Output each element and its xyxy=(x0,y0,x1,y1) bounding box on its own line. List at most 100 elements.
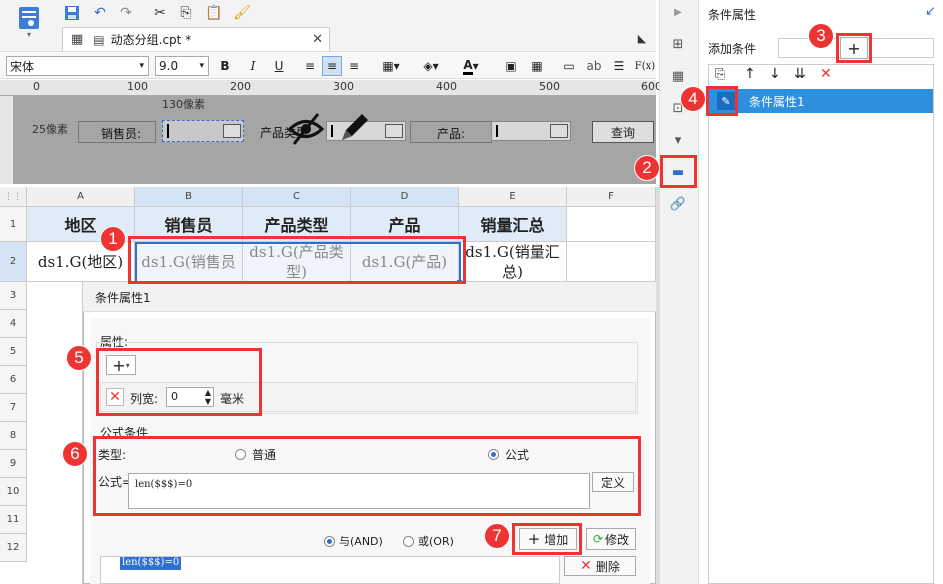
format-painter-icon[interactable]: 🖌 xyxy=(232,3,252,23)
text-cursor xyxy=(331,125,333,137)
cell-e1[interactable]: 销量汇总 xyxy=(459,207,567,242)
border-icon[interactable]: ▦▾ xyxy=(376,56,406,76)
radio-and-label: 与(AND) xyxy=(339,535,383,548)
remove-condition-icon[interactable]: ✕ xyxy=(820,66,832,82)
salesperson-combo[interactable] xyxy=(162,120,244,142)
bold-button[interactable]: B xyxy=(216,56,234,76)
copy-condition-icon[interactable]: ⎘ xyxy=(715,67,725,82)
align-center-icon[interactable]: ≡ xyxy=(322,56,342,76)
delete-label: 删除 xyxy=(595,559,620,574)
dropdown-icon xyxy=(223,124,241,138)
save-icon[interactable] xyxy=(62,3,82,23)
add-condition-dialog-button[interactable]: + 增加 xyxy=(519,528,577,550)
hyperlink-icon[interactable]: 🔗 xyxy=(668,194,688,214)
column-header-e[interactable]: E xyxy=(459,187,567,207)
font-size: 9.0 xyxy=(159,59,179,73)
radio-normal[interactable]: 普通 xyxy=(235,446,276,463)
row-header-4[interactable]: 4 xyxy=(0,310,27,338)
dropdown-icon xyxy=(550,124,568,138)
row-header-8[interactable]: 8 xyxy=(0,422,27,450)
row-header-10[interactable]: 10 xyxy=(0,478,27,506)
cell-d1[interactable]: 产品 xyxy=(351,207,459,242)
unmerge-icon[interactable]: ▦ xyxy=(528,56,546,76)
collapse-arrow-icon[interactable]: ▶ xyxy=(668,2,688,22)
cell-attribute-icon[interactable]: ▦ xyxy=(668,66,688,86)
dropdown-widget-icon[interactable]: ▾ xyxy=(668,130,688,150)
modify-icon: ⟳ xyxy=(592,532,604,546)
add-condition-button[interactable]: + xyxy=(840,37,868,59)
radio-and[interactable]: 与(AND) xyxy=(324,533,383,549)
column-header-f[interactable]: F xyxy=(567,187,656,207)
annotation-badge-5: 5 xyxy=(66,345,92,371)
font-select[interactable]: 宋体 ▾ xyxy=(6,56,149,76)
spinner-icon[interactable]: ▲ ▼ xyxy=(205,388,211,406)
column-header-a[interactable]: A xyxy=(27,187,135,207)
radio-or[interactable]: 或(OR) xyxy=(403,533,454,549)
formula-button[interactable]: F(x) xyxy=(634,56,656,76)
formula-input[interactable]: len($$$)=0 xyxy=(128,473,590,509)
column-header-b[interactable]: B xyxy=(135,187,243,207)
align-right-icon[interactable]: ≡ xyxy=(344,56,364,76)
row-header-6[interactable]: 6 xyxy=(0,366,27,394)
font-size-select[interactable]: 9.0 ▾ xyxy=(155,56,209,76)
cell-f1[interactable] xyxy=(567,207,656,242)
row-header-11[interactable]: 11 xyxy=(0,506,27,534)
move-up-icon[interactable]: ↑ xyxy=(744,66,756,82)
list-icon[interactable]: ☰ xyxy=(610,56,628,76)
product-label: 产品: xyxy=(410,121,492,143)
row-header-5[interactable]: 5 xyxy=(0,338,27,366)
add-property-button[interactable]: + ▾ xyxy=(106,355,136,375)
cell-f2[interactable] xyxy=(567,242,656,282)
condition-list-item[interactable]: len($$$)=0 xyxy=(120,557,182,570)
add-label: 增加 xyxy=(544,532,569,547)
panel-toggle-icon[interactable]: ◣ xyxy=(632,28,652,48)
redo-icon[interactable]: ↷ xyxy=(116,3,136,23)
column-header-c[interactable]: C xyxy=(243,187,351,207)
col-width-input[interactable]: 0 ▲ ▼ xyxy=(166,387,214,407)
row-header-12[interactable]: 12 xyxy=(0,534,27,562)
underline-button[interactable]: U xyxy=(270,56,288,76)
close-icon[interactable]: ✕ xyxy=(312,32,323,47)
cut-icon[interactable]: ✂ xyxy=(150,3,170,23)
row-header-9[interactable]: 9 xyxy=(0,450,27,478)
salesperson-label: 销售员: xyxy=(78,121,156,143)
align-left-icon[interactable]: ≡ xyxy=(300,56,320,76)
undo-icon[interactable]: ↶ xyxy=(90,3,110,23)
ruler: 0 100 200 300 400 500 600 xyxy=(0,80,662,96)
modify-button[interactable]: ⟳ 修改 xyxy=(586,528,636,550)
column-header-d[interactable]: D xyxy=(351,187,459,207)
move-down-icon[interactable]: ↓ xyxy=(769,66,781,82)
app-menu-icon[interactable]: ▾ xyxy=(14,6,44,42)
font-name: 宋体 xyxy=(10,59,35,74)
row-header-3[interactable]: 3 xyxy=(0,282,27,310)
row-header-7[interactable]: 7 xyxy=(0,394,27,422)
row-header-1[interactable]: 1 xyxy=(0,207,27,242)
radio-checked-icon xyxy=(324,535,335,547)
paste-icon[interactable]: 📋 xyxy=(204,3,224,23)
cell-e2[interactable]: ds1.G(销量汇总) xyxy=(459,242,567,282)
italic-button[interactable]: I xyxy=(244,56,262,76)
copy-icon[interactable]: ⎘ xyxy=(176,3,196,23)
merge-icon[interactable]: ▣ xyxy=(502,56,520,76)
ruler-mark: 200 xyxy=(230,80,251,93)
grid-corner[interactable]: ⋮⋮ xyxy=(0,187,27,207)
condition-item-selected[interactable]: ✎ 条件属性1 xyxy=(709,89,933,113)
define-button[interactable]: 定义 xyxy=(592,472,634,492)
radio-formula[interactable]: 公式 xyxy=(488,446,529,463)
product-combo[interactable] xyxy=(491,121,571,141)
tab-file[interactable]: ▦ ▤ 动态分组.cpt * ✕ xyxy=(62,27,330,51)
remove-property-icon[interactable]: ✕ xyxy=(106,388,124,406)
condition-attribute-icon[interactable]: ▬ xyxy=(668,162,688,182)
pin-icon[interactable]: ↙ xyxy=(925,4,936,19)
query-button[interactable]: 查询 xyxy=(592,121,654,143)
cell-element-icon[interactable]: ⊞ xyxy=(668,34,688,54)
textbox-icon[interactable]: ▭ xyxy=(560,56,578,76)
move-bottom-icon[interactable]: ⇊ xyxy=(794,66,806,82)
cell-b1[interactable]: 销售员 xyxy=(135,207,243,242)
row-header-2[interactable]: 2 xyxy=(0,242,27,282)
ab-button[interactable]: ab xyxy=(584,56,604,76)
font-color-icon[interactable]: A ▾ xyxy=(456,56,486,76)
cell-c1[interactable]: 产品类型 xyxy=(243,207,351,242)
fill-color-icon[interactable]: ◈▾ xyxy=(416,56,446,76)
delete-button[interactable]: ✕ 删除 xyxy=(564,556,636,576)
